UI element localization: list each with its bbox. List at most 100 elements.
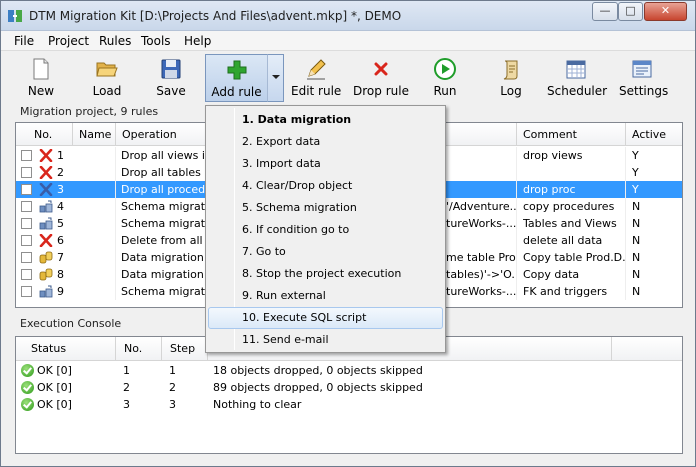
add-rule-menu-item[interactable]: 1. Data migration <box>208 109 443 131</box>
console-row[interactable]: OK [0] 1 1 18 objects dropped, 0 objects sk… <box>16 362 682 379</box>
close-button[interactable]: ✕ <box>644 2 687 21</box>
add-rule-menu-item[interactable]: 10. Execute SQL script <box>208 307 443 329</box>
schema-icon <box>39 217 53 230</box>
col-console-extra[interactable] <box>612 337 682 361</box>
maximize-button[interactable]: □ <box>618 2 643 21</box>
rule-operation-tail: tables)'->'O... <box>446 266 517 283</box>
folder-open-icon <box>96 62 118 77</box>
console-step: 1 <box>169 364 176 377</box>
add-rule-menu-item[interactable]: 9. Run external <box>208 285 443 307</box>
new-button[interactable]: New <box>19 54 63 102</box>
drop-icon <box>39 149 53 162</box>
rule-operation: Drop all views in ( <box>121 147 209 164</box>
col-active[interactable]: Active <box>626 123 682 146</box>
add-rule-label: Add rule <box>211 85 262 99</box>
col-console-no[interactable]: No. <box>116 337 162 361</box>
console-no: 1 <box>123 364 130 377</box>
add-rule-menu-item[interactable]: 3. Import data <box>208 153 443 175</box>
rule-number: 5 <box>57 217 64 230</box>
rule-operation-tail <box>446 147 517 164</box>
chevron-down-icon <box>272 75 280 79</box>
rule-operation-tail <box>446 181 517 198</box>
rule-operation-tail: tureWorks-... <box>446 283 517 300</box>
console-row[interactable]: OK [0] 3 3 Nothing to clear <box>16 396 682 413</box>
rule-active: Y <box>632 183 639 196</box>
rule-number: 6 <box>57 234 64 247</box>
rule-comment: Copy table Prod.D... <box>523 249 626 266</box>
console-message: 89 objects dropped, 0 objects skipped <box>213 381 423 394</box>
console-status: OK [0] <box>37 398 72 411</box>
add-rule-menu-item[interactable]: 11. Send e-mail <box>208 329 443 351</box>
data-icon <box>39 268 53 281</box>
rule-comment: drop proc <box>523 181 626 198</box>
minimize-button[interactable]: — <box>592 2 618 21</box>
console-no: 3 <box>123 398 130 411</box>
rule-active: N <box>632 285 641 298</box>
add-rule-menu-item[interactable]: 6. If condition go to <box>208 219 443 241</box>
log-button[interactable]: Log <box>493 54 529 102</box>
console-status: OK [0] <box>37 381 72 394</box>
ok-check-icon <box>21 364 34 377</box>
rule-active-checkbox[interactable] <box>21 252 32 263</box>
execution-console: Status No. Step OK [0] 1 1 18 objects dropp… <box>15 336 683 454</box>
drop-icon <box>39 183 53 196</box>
load-button[interactable]: Load <box>85 54 129 102</box>
rule-name <box>73 215 116 232</box>
console-status: OK [0] <box>37 364 72 377</box>
rule-active-checkbox[interactable] <box>21 150 32 161</box>
rule-active-checkbox[interactable] <box>21 184 32 195</box>
rule-active: N <box>632 234 641 247</box>
console-row[interactable]: OK [0] 2 2 89 objects dropped, 0 objects sk… <box>16 379 682 396</box>
menu-tools[interactable]: Tools <box>141 34 171 48</box>
rule-active: N <box>632 251 641 264</box>
scheduler-button[interactable]: Scheduler <box>547 54 608 102</box>
rule-number: 7 <box>57 251 64 264</box>
title-bar[interactable]: DTM Migration Kit [D:\Projects And Files… <box>1 1 695 31</box>
rule-name <box>73 249 116 266</box>
menu-rules[interactable]: Rules <box>99 34 131 48</box>
menu-project[interactable]: Project <box>48 34 89 48</box>
add-rule-menu-item[interactable]: 4. Clear/Drop object <box>208 175 443 197</box>
add-rule-menu-item[interactable]: 7. Go to <box>208 241 443 263</box>
run-label: Run <box>433 84 457 98</box>
add-rule-menu-item[interactable]: 8. Stop the project execution <box>208 263 443 285</box>
menu-file[interactable]: File <box>14 34 34 48</box>
add-rule-dropdown-toggle[interactable] <box>267 54 284 102</box>
project-caption: Migration project, 9 rules <box>20 105 159 118</box>
col-name[interactable]: Name <box>73 123 116 146</box>
rule-active-checkbox[interactable] <box>21 167 32 178</box>
col-comment[interactable]: Comment <box>517 123 626 146</box>
rule-comment: drop views <box>523 147 626 164</box>
rule-active: Y <box>632 166 639 179</box>
rule-active-checkbox[interactable] <box>21 269 32 280</box>
col-step[interactable]: Step <box>162 337 208 361</box>
run-button[interactable]: Run <box>425 54 465 102</box>
rule-active-checkbox[interactable] <box>21 218 32 229</box>
delete-x-icon <box>374 62 388 76</box>
scheduler-label: Scheduler <box>547 84 608 98</box>
console-step: 3 <box>169 398 176 411</box>
settings-label: Settings <box>619 84 669 98</box>
ok-check-icon <box>21 398 34 411</box>
add-rule-menu-item[interactable]: 2. Export data <box>208 131 443 153</box>
rule-active-checkbox[interactable] <box>21 286 32 297</box>
col-status[interactable]: Status <box>16 337 116 361</box>
drop-rule-button[interactable]: Drop rule <box>353 54 409 102</box>
rule-number: 8 <box>57 268 64 281</box>
rule-active-checkbox[interactable] <box>21 235 32 246</box>
settings-button[interactable]: Settings <box>619 54 669 102</box>
save-label: Save <box>156 84 186 98</box>
rule-active-checkbox[interactable] <box>21 201 32 212</box>
add-rule-menu-item[interactable]: 5. Schema migration <box>208 197 443 219</box>
drop-icon <box>39 234 53 247</box>
rule-operation: Delete from all tab <box>121 232 209 249</box>
rule-number: 1 <box>57 149 64 162</box>
plus-icon <box>227 60 246 80</box>
pencil-icon <box>307 59 326 80</box>
edit-rule-button[interactable]: Edit rule <box>291 54 341 102</box>
menu-help[interactable]: Help <box>184 34 211 48</box>
add-rule-button[interactable]: Add rule <box>205 54 268 102</box>
col-no[interactable]: No. <box>16 123 73 146</box>
save-button[interactable]: Save <box>149 54 193 102</box>
rule-number: 3 <box>57 183 64 196</box>
